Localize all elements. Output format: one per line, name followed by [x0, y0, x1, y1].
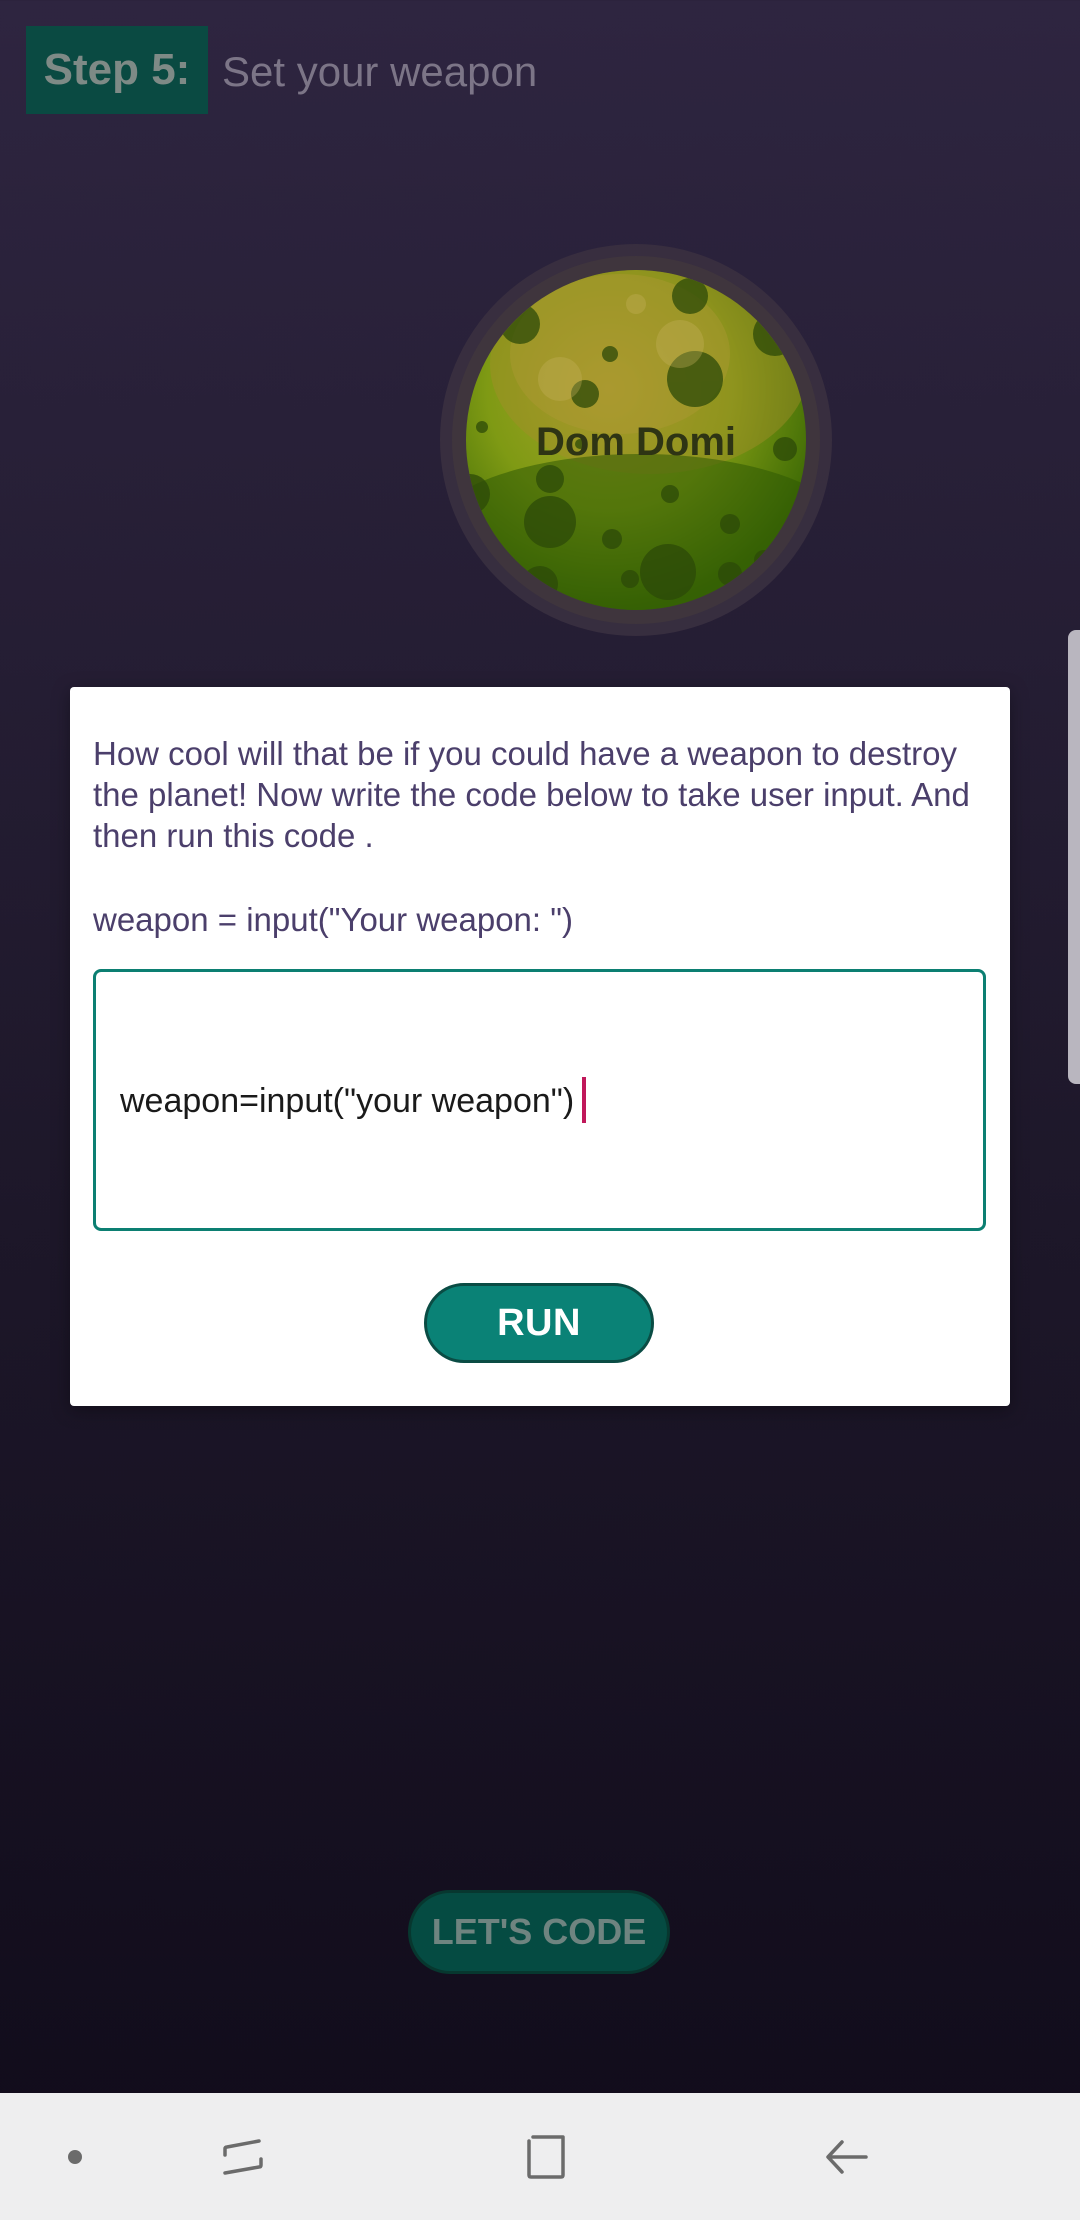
- example-code: weapon = input("Your weapon: "): [93, 901, 573, 938]
- code-input[interactable]: weapon=input("your weapon"): [93, 969, 986, 1231]
- navigation-bar: [0, 2093, 1080, 2220]
- lets-code-button[interactable]: LET'S CODE: [408, 1890, 670, 1974]
- dot-icon: [68, 2149, 82, 2164]
- page-title: Set your weapon: [222, 48, 538, 95]
- scroll-handle[interactable]: [1068, 630, 1080, 1084]
- back-icon: [826, 2139, 868, 2174]
- recent-apps-icon: [223, 2138, 263, 2175]
- instruction-dialog: How cool will that be if you could have …: [70, 687, 1010, 1406]
- nav-dot-button[interactable]: [30, 2093, 120, 2220]
- nav-back-button[interactable]: [802, 2093, 892, 2220]
- step-badge: Step 5:: [26, 26, 208, 114]
- planet: Dom Domi: [440, 244, 832, 636]
- run-button[interactable]: RUN: [424, 1283, 654, 1363]
- nav-recent-apps-button[interactable]: [198, 2093, 288, 2220]
- text-cursor: [582, 1077, 587, 1124]
- home-icon: [527, 2134, 565, 2179]
- nav-home-button[interactable]: [500, 2093, 590, 2220]
- code-input-row: weapon=input("your weapon"): [120, 1077, 587, 1126]
- dialog-description: How cool will that be if you could have …: [93, 735, 970, 854]
- code-input-value: weapon=input("your weapon"): [120, 1082, 575, 1120]
- planet-name: Dom Domi: [536, 419, 736, 464]
- step-label: Step 5:: [43, 45, 191, 94]
